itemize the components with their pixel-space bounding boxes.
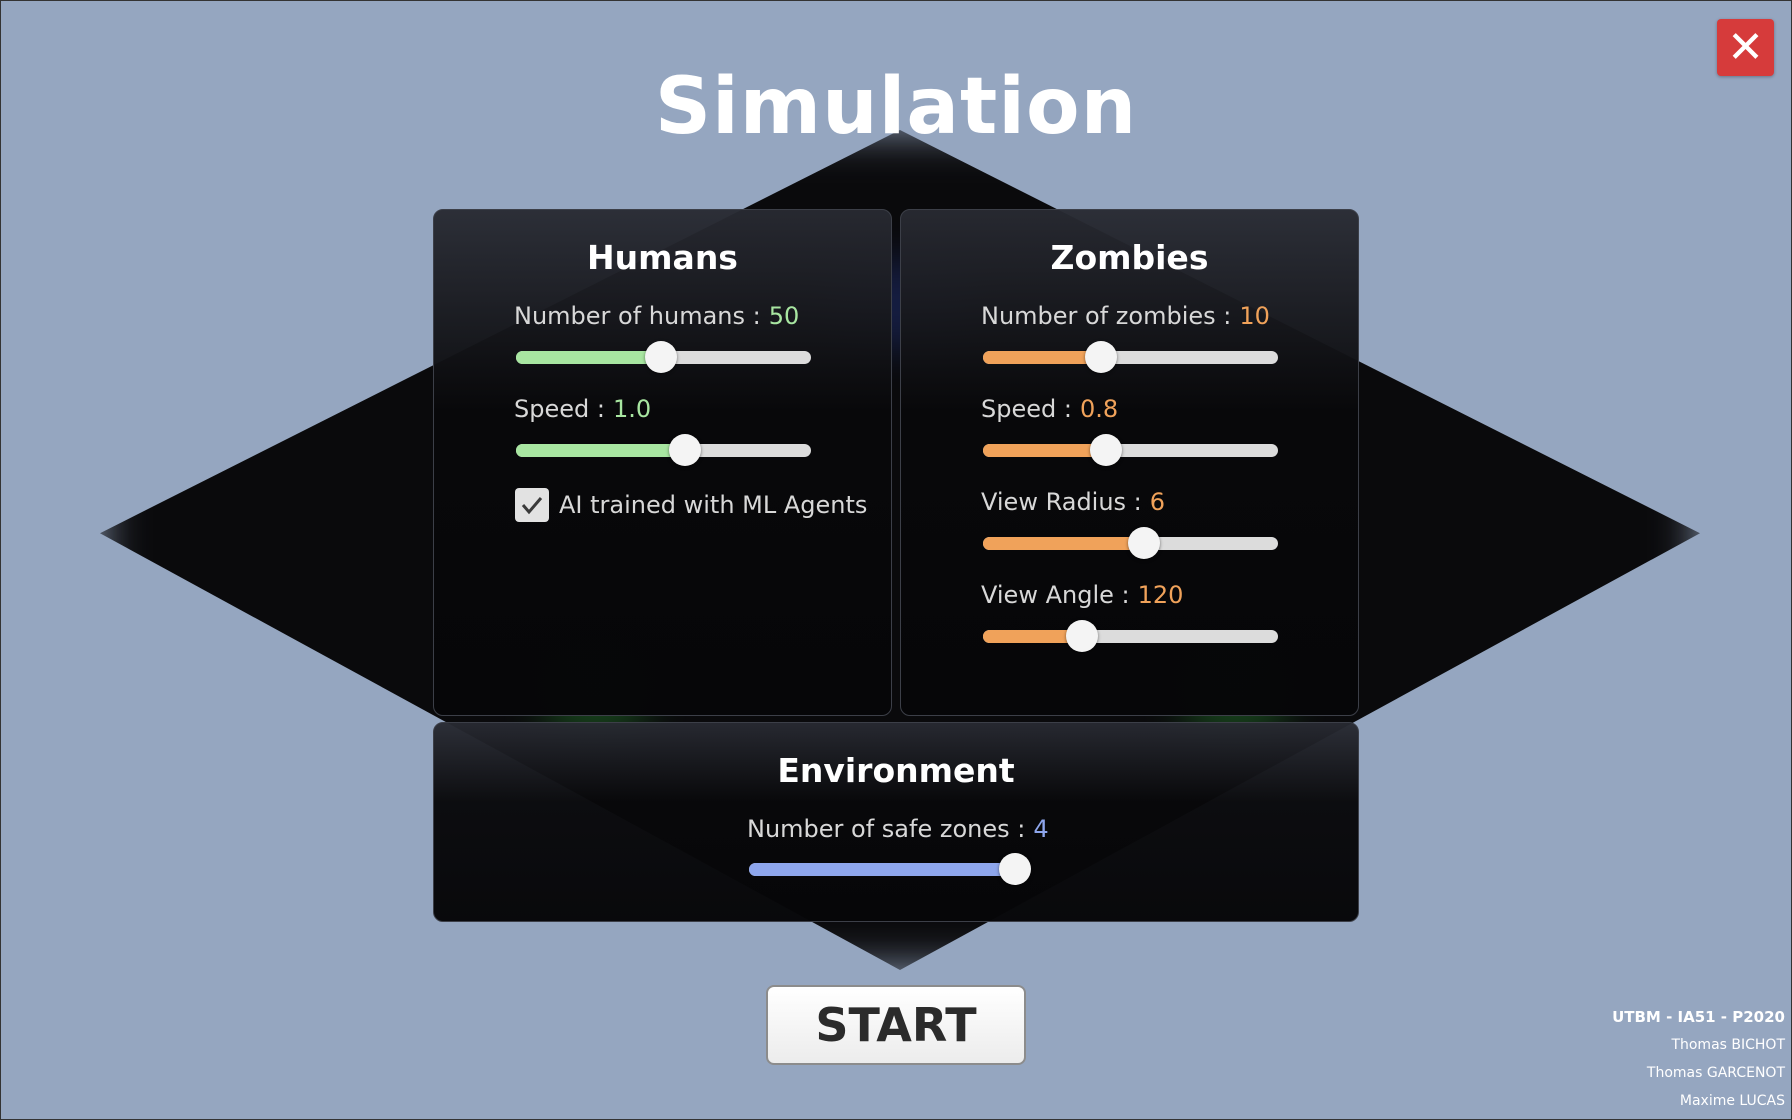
zombies-speed-slider[interactable] [983,434,1278,466]
zombies-radius-slider[interactable] [983,527,1278,559]
slider-thumb[interactable] [669,434,702,466]
safe-zones-value: 4 [1033,815,1049,843]
humans-count-label: Number of humans : [514,302,761,330]
environment-panel: Environment Number of safe zones :4 [433,722,1359,922]
start-button[interactable]: START [766,985,1026,1065]
slider-fill [983,444,1107,457]
zombies-count-label: Number of zombies : [981,302,1232,330]
zombies-panel: Zombies Number of zombies :10 Speed :0.8… [900,209,1359,716]
slider-fill [749,863,1015,876]
credits-author: Thomas BICHOT [1671,1037,1785,1053]
zombies-count-slider[interactable] [983,341,1278,373]
humans-speed-slider[interactable] [516,434,811,466]
slider-thumb[interactable] [644,341,677,373]
humans-panel: Humans Number of humans :50 Speed :1.0 A… [433,209,892,716]
safe-zones-slider[interactable] [749,853,1031,885]
slider-thumb[interactable] [999,853,1031,885]
humans-count-slider[interactable] [516,341,811,373]
slider-fill [516,444,686,457]
humans-speed-value: 1.0 [612,395,652,423]
ai-ml-agents-label: AI trained with ML Agents [559,491,868,519]
slider-thumb[interactable] [1090,434,1123,466]
humans-speed-label: Speed : [514,395,605,423]
humans-speed-label-row: Speed :1.0 [514,395,651,423]
credits-author: Thomas GARCENOT [1646,1065,1785,1081]
slider-fill [983,351,1101,364]
safe-zones-label: Number of safe zones : [747,815,1026,843]
humans-count-value: 50 [768,302,800,330]
slider-thumb[interactable] [1084,341,1117,373]
zombies-heading: Zombies [1050,238,1209,277]
zombies-speed-value: 0.8 [1079,395,1119,423]
ai-ml-agents-checkbox[interactable] [515,488,549,522]
zombies-count-value: 10 [1239,302,1270,330]
zombies-radius-value: 6 [1149,488,1166,516]
safe-zones-label-row: Number of safe zones :4 [747,815,1049,843]
checkmark-icon [521,497,543,515]
slider-thumb[interactable] [1065,620,1098,652]
zombies-angle-value: 120 [1137,581,1184,609]
zombies-count-label-row: Number of zombies :10 [981,302,1270,330]
page-title: Simulation [654,62,1138,152]
slider-fill [516,351,661,364]
slider-thumb[interactable] [1128,527,1161,559]
environment-heading: Environment [777,751,1015,790]
zombies-radius-label-row: View Radius :6 [981,488,1165,516]
credits: UTBM - IA51 - P2020 Thomas BICHOT Thomas… [1612,1003,1785,1115]
zombies-speed-label: Speed : [981,395,1072,423]
credits-author: Maxime LUCAS [1679,1093,1785,1109]
zombies-angle-slider[interactable] [983,620,1278,652]
humans-count-label-row: Number of humans :50 [514,302,799,330]
zombies-angle-label-row: View Angle :120 [981,581,1183,609]
zombies-speed-label-row: Speed :0.8 [981,395,1118,423]
credits-org: UTBM - IA51 - P2020 [1612,1008,1785,1026]
zombies-angle-label: View Angle : [981,581,1130,609]
zombies-radius-label: View Radius : [981,488,1142,516]
humans-heading: Humans [587,238,738,277]
slider-fill [983,537,1145,550]
